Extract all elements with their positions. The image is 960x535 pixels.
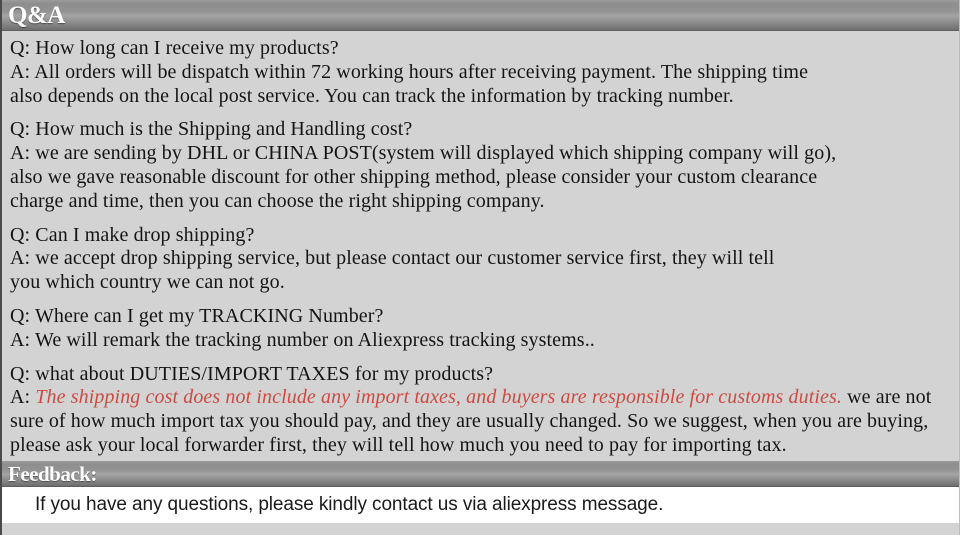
- qa-feedback-page: Q&A Q: How long can I receive my product…: [0, 0, 960, 535]
- qa-answer-line: also depends on the local post service. …: [10, 84, 734, 107]
- qa-block-delivery-time: Q: How long can I receive my products? A…: [10, 37, 955, 108]
- qa-answer-line: A: we are sending by DHL or CHINA POST(s…: [10, 142, 837, 165]
- qa-answer-line: A: We will remark the tracking number on…: [10, 328, 595, 351]
- qa-block-drop-shipping: Q: Can I make drop shipping? A: we accep…: [10, 224, 955, 295]
- qa-answer-highlight: The shipping cost does not include any i…: [35, 386, 842, 409]
- qa-section-header: Q&A: [2, 0, 959, 31]
- qa-answer-line: you which country we can not go.: [10, 271, 285, 294]
- feedback-message: If you have any questions, please kindly…: [35, 493, 664, 515]
- qa-question: Q: Can I make drop shipping?: [10, 223, 255, 246]
- qa-block-tracking-number: Q: Where can I get my TRACKING Number? A…: [10, 305, 955, 353]
- feedback-section-header: Feedback:: [2, 460, 959, 487]
- qa-question: Q: How long can I receive my products?: [10, 37, 339, 59]
- feedback-content: If you have any questions, please kindly…: [2, 486, 959, 523]
- qa-answer-line: charge and time, then you can choose the…: [10, 189, 545, 212]
- qa-content: Q: How long can I receive my products? A…: [2, 31, 959, 460]
- qa-answer-line: A: All orders will be dispatch within 72…: [10, 60, 809, 83]
- qa-question: Q: How much is the Shipping and Handling…: [10, 118, 413, 141]
- qa-block-shipping-cost: Q: How much is the Shipping and Handling…: [10, 118, 955, 213]
- qa-answer-prefix: A:: [10, 386, 36, 409]
- qa-section-title: Q&A: [8, 2, 65, 29]
- qa-block-duties-taxes: Q: what about DUTIES/IMPORT TAXES for my…: [10, 363, 955, 458]
- qa-answer-paragraph: A: The shipping cost does not include an…: [10, 386, 955, 457]
- feedback-section-title: Feedback:: [8, 461, 97, 486]
- qa-question: Q: Where can I get my TRACKING Number?: [10, 304, 384, 327]
- qa-answer-line: A: we accept drop shipping service, but …: [10, 247, 775, 270]
- qa-question: Q: what about DUTIES/IMPORT TAXES for my…: [10, 362, 494, 385]
- qa-answer-line: also we gave reasonable discount for oth…: [10, 165, 818, 188]
